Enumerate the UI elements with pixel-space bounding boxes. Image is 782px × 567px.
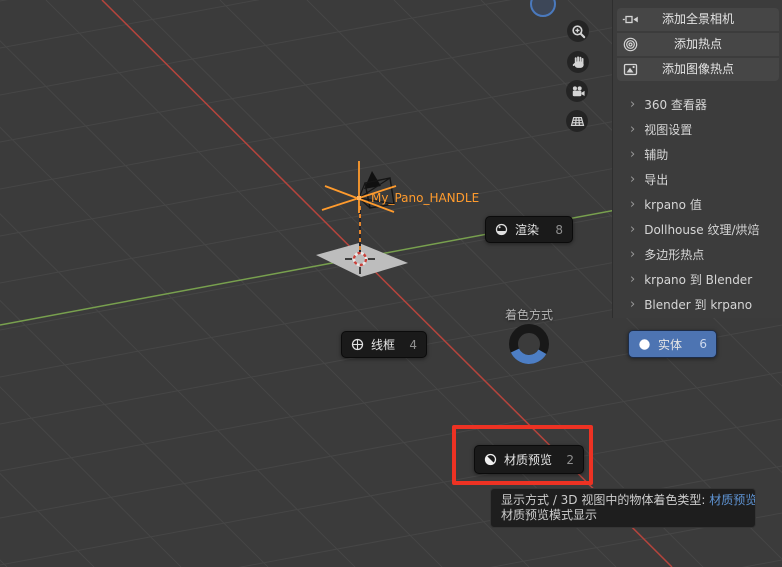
wireframe-sphere-icon [351,338,364,351]
tooltip-line1: 显示方式 / 3D 视图中的物体着色类型: 材质预览 [501,493,755,508]
button-label: 添加图像热点 [661,62,734,76]
plane-object[interactable] [316,243,408,277]
camera-view-gizmo-button[interactable] [566,80,588,102]
chevron-right-icon: › [630,172,636,187]
chevron-right-icon: › [630,197,636,212]
chevron-right-icon: › [630,247,636,262]
pie-item-wireframe[interactable]: 线框 4 [341,331,427,358]
tooltip-highlight-text: 材质预览 [709,493,756,507]
annotation-highlight-box [452,425,593,485]
section-krpano-to-blender[interactable]: › krpano 到 Blender [613,267,782,292]
object-name-label: My_Pano_HANDLE [371,191,479,205]
chevron-right-icon: › [630,147,636,162]
pie-item-shortcut: 8 [555,222,563,237]
pie-item-label: 渲染 [515,223,540,237]
section-polygon-hotspot[interactable]: › 多边形热点 [613,242,782,267]
solid-sphere-icon [639,338,650,350]
chevron-right-icon: › [630,222,636,237]
section-label: 360 查看器 [644,98,707,112]
pie-menu-ring[interactable] [506,321,552,367]
button-label: 添加热点 [673,37,722,51]
chevron-right-icon: › [630,122,636,137]
section-label: krpano 到 Blender [644,273,753,287]
section-label: 辅助 [644,148,669,162]
pie-item-rendered[interactable]: 渲染 8 [485,216,573,243]
button-label: 添加全景相机 [661,12,734,26]
sidebar-section-list: › 360 查看器 › 视图设置 › 辅助 › 导出 › krpano 值 › Dollho… [613,92,782,317]
chevron-right-icon: › [630,97,636,112]
image-hotspot-icon [622,61,639,86]
pie-item-shortcut: 6 [699,337,707,351]
add-image-hotspot-button[interactable]: 添加图像热点 [617,58,779,81]
orthographic-gizmo-button[interactable] [566,110,588,132]
section-label: 视图设置 [644,123,693,137]
pie-ring-direction-arc [510,348,547,364]
render-sphere-icon [495,223,508,236]
sidebar-button-stack: 添加全景相机 添加热点 添加图像热点 [617,8,779,83]
add-hotspot-button[interactable]: 添加热点 [617,33,779,56]
section-label: krpano 值 [644,198,702,212]
zoom-icon [571,24,585,38]
add-panorama-camera-button[interactable]: 添加全景相机 [617,8,779,31]
blender-3d-viewport: My_Pano_HANDLE 着色方式 渲染 8 线框 4 实体 6 材质预览 … [0,0,782,567]
orthographic-grid-icon [570,116,584,126]
section-export[interactable]: › 导出 [613,167,782,192]
section-label: Dollhouse 纹理/烘焙 [644,223,760,237]
section-blender-to-krpano[interactable]: › Blender 到 krpano [613,292,782,317]
navigation-gizmo-ball[interactable] [530,0,556,17]
pie-item-label: 线框 [371,338,396,352]
section-label: 多边形热点 [644,248,705,262]
section-label: 导出 [644,173,669,187]
pie-item-solid[interactable]: 实体 6 [628,330,717,358]
pan-hand-icon [572,55,584,68]
tooltip-line2: 材质预览模式显示 [501,508,598,522]
section-view-settings[interactable]: › 视图设置 [613,117,782,142]
pan-gizmo-button[interactable] [567,51,589,73]
sidebar-panel: 添加全景相机 添加热点 添加图像热点 › 360 查看器 › 视图设置 › 辅助… [612,0,782,318]
section-label: Blender 到 krpano [644,298,753,312]
section-dollhouse-bake[interactable]: › Dollhouse 纹理/烘焙 [613,217,782,242]
pie-item-shortcut: 4 [409,337,417,352]
chevron-right-icon: › [630,297,636,312]
tooltip-text: 显示方式 / 3D 视图中的物体着色类型: [501,493,710,507]
section-360-viewer[interactable]: › 360 查看器 [613,92,782,117]
chevron-right-icon: › [630,272,636,287]
section-krpano-values[interactable]: › krpano 值 [613,192,782,217]
pie-item-label: 实体 [658,337,683,352]
camera-view-icon [572,85,585,96]
zoom-gizmo-button[interactable] [567,20,589,42]
section-assist[interactable]: › 辅助 [613,142,782,167]
tooltip: 显示方式 / 3D 视图中的物体着色类型: 材质预览 材质预览模式显示 [490,488,756,528]
